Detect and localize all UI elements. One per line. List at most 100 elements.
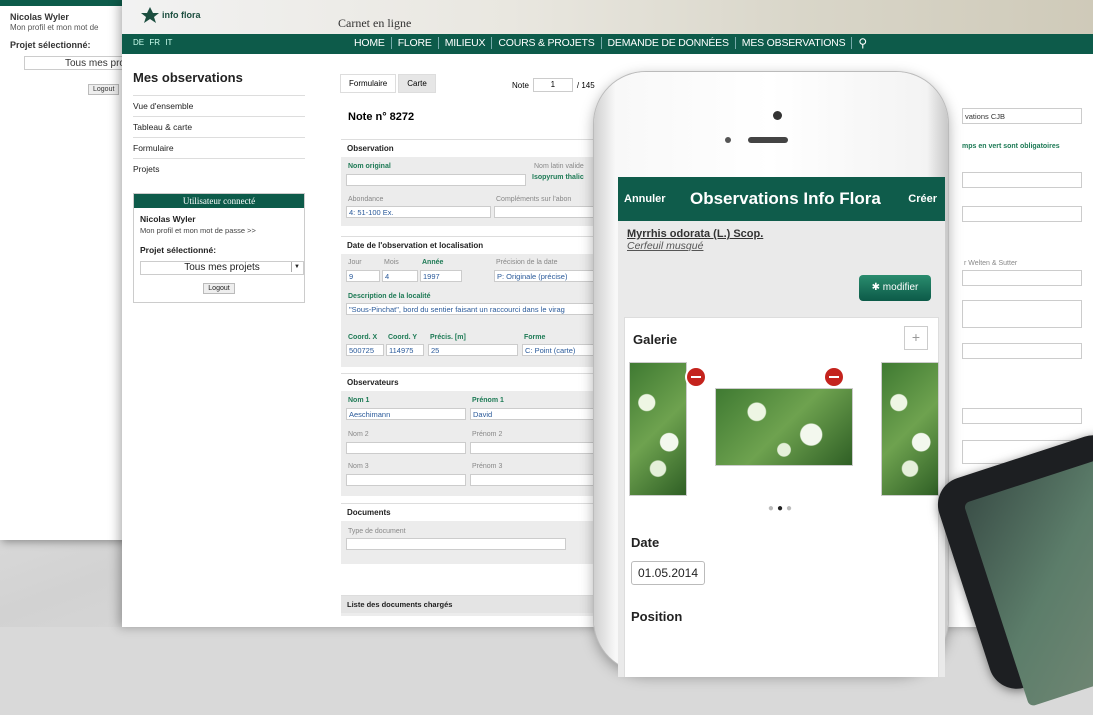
language-switch[interactable]: DE FR IT — [133, 38, 172, 47]
sidebar-item-projets[interactable]: Projets — [133, 158, 305, 179]
back-profile-link[interactable]: Mon profil et mon mot de — [10, 23, 130, 32]
leaf-logo-icon — [141, 7, 159, 23]
nom2-label: Nom 2 — [348, 431, 369, 438]
species-block: Myrrhis odorata (L.) Scop. Cerfeuil musq… — [618, 221, 945, 252]
date-title: Date — [631, 535, 660, 550]
project-label: Projet sélectionné: — [140, 245, 217, 255]
gallery-image-2[interactable] — [715, 388, 853, 466]
right-input-1[interactable] — [962, 206, 1082, 222]
prenom3-input[interactable] — [470, 474, 596, 486]
tab-carte[interactable]: Carte — [398, 74, 436, 93]
profile-link[interactable]: Mon profil et mon mot de passe >> — [140, 226, 304, 235]
type-document-select[interactable] — [346, 538, 566, 550]
user-box-title: Utilisateur connecté — [134, 194, 304, 208]
gallery-image-3[interactable] — [881, 362, 939, 496]
sidebar-item-tableau-carte[interactable]: Tableau & carte — [133, 116, 305, 137]
coord-x-label: Coord. X — [348, 334, 378, 341]
back-logout-button[interactable]: Logout — [88, 84, 120, 95]
right-select-1[interactable] — [962, 172, 1082, 188]
right-select-2[interactable] — [962, 343, 1082, 359]
sidebar-item-formulaire[interactable]: Formulaire — [133, 137, 305, 158]
prenom3-label: Prénom 3 — [472, 463, 503, 470]
remove-image-1-icon[interactable] — [687, 368, 705, 386]
coord-y-label: Coord. Y — [388, 334, 418, 341]
annee-input[interactable]: 1997 — [420, 270, 462, 282]
jour-label: Jour — [348, 259, 362, 266]
back-window-bar — [0, 0, 130, 6]
right-input-2[interactable] — [962, 270, 1082, 286]
forme-select[interactable]: C: Point (carte) — [522, 344, 598, 356]
tab-formulaire[interactable]: Formulaire — [340, 74, 397, 93]
precis-input[interactable]: 25 — [428, 344, 518, 356]
position-title: Position — [631, 609, 683, 624]
remove-image-2-icon[interactable] — [825, 368, 843, 386]
precision-date-select[interactable]: P: Originale (précise) — [494, 270, 598, 282]
project-select-right[interactable]: vations CJB — [962, 108, 1082, 124]
precision-date-label: Précision de la date — [496, 259, 558, 266]
required-fields-note: mps en vert sont obligatoires — [962, 143, 1060, 150]
prenom1-input[interactable]: David — [470, 408, 596, 420]
observateurs-title: Observateurs — [341, 374, 601, 391]
asterisk-icon: ✱ — [871, 282, 883, 293]
description-localite-label: Description de la localité — [348, 293, 431, 300]
main-nav: DE FR IT HOME FLORE MILIEUX COURS & PROJ… — [122, 34, 1093, 54]
note-title: Note n° 8272 — [348, 111, 415, 123]
site-header: info flora Carnet en ligne — [122, 0, 1093, 34]
back-project-select[interactable]: Tous mes pro — [24, 56, 130, 70]
sidebar-title: Mes observations — [133, 70, 243, 85]
logout-button[interactable]: Logout — [203, 283, 235, 294]
nav-menu: HOME FLORE MILIEUX COURS & PROJETS DEMAN… — [348, 37, 873, 49]
nav-mes-observations[interactable]: MES OBSERVATIONS — [736, 37, 853, 49]
nom-original-input[interactable] — [346, 174, 526, 186]
cancel-button[interactable]: Annuler — [624, 193, 666, 205]
nav-cours-projets[interactable]: COURS & PROJETS — [492, 37, 602, 49]
project-select[interactable]: Tous mes projets ▼ — [140, 261, 304, 275]
chevron-down-icon[interactable]: ▼ — [291, 262, 302, 272]
phone-speaker — [748, 137, 788, 143]
documents-title: Documents — [341, 504, 601, 521]
nom1-input[interactable]: Aeschimann — [346, 408, 466, 420]
description-localite-input[interactable]: "Sous-Pinchat", bord du sentier faisant … — [346, 303, 598, 315]
gallery-image-1[interactable] — [629, 362, 687, 496]
prenom2-label: Prénom 2 — [472, 431, 503, 438]
modify-button[interactable]: ✱ modifier — [859, 275, 931, 301]
coord-x-input[interactable]: 500725 — [346, 344, 384, 356]
sidebar-item-vue-ensemble[interactable]: Vue d'ensemble — [133, 95, 305, 116]
coord-y-input[interactable]: 114975 — [386, 344, 424, 356]
nav-milieux[interactable]: MILIEUX — [439, 37, 493, 49]
nav-home[interactable]: HOME — [348, 37, 392, 49]
gallery-card: Galerie + ●●● — [624, 317, 939, 534]
complements-input[interactable] — [494, 206, 598, 218]
date-input[interactable]: 01.05.2014 — [631, 561, 705, 585]
phone-screen: Annuler Observations Info Flora Créer My… — [618, 177, 945, 677]
search-icon[interactable]: ⚲ — [852, 37, 873, 49]
abondance-select[interactable]: 4: 51-100 Ex. — [346, 206, 491, 218]
nom3-input[interactable] — [346, 474, 466, 486]
prenom2-input[interactable] — [470, 442, 596, 454]
app-bar: Annuler Observations Info Flora Créer — [618, 177, 945, 221]
right-input-3[interactable] — [962, 408, 1082, 424]
info-flora-logo[interactable]: info flora — [140, 5, 201, 25]
note-number-input[interactable]: 1 — [532, 78, 573, 92]
phone-sensor — [725, 137, 731, 143]
jour-input[interactable]: 9 — [346, 270, 380, 282]
species-latin-link[interactable]: Myrrhis odorata (L.) Scop. — [627, 228, 936, 240]
note-total: / 145 — [576, 80, 595, 90]
prenom1-label: Prénom 1 — [472, 397, 504, 404]
smartphone: Annuler Observations Info Flora Créer My… — [594, 72, 948, 677]
species-common-name[interactable]: Cerfeuil musqué — [627, 240, 936, 252]
nom3-label: Nom 3 — [348, 463, 369, 470]
nav-demande-donnees[interactable]: DEMANDE DE DONNÉES — [602, 37, 736, 49]
nom-latin-label: Nom latin valide — [534, 163, 584, 170]
gallery-pager-dots[interactable]: ●●● — [625, 503, 938, 514]
nom-latin-value: Isopyrum thalic — [532, 174, 584, 181]
mois-input[interactable]: 4 — [382, 270, 418, 282]
nav-flore[interactable]: FLORE — [392, 37, 439, 49]
user-name: Nicolas Wyler — [140, 214, 196, 224]
add-photo-icon[interactable]: + — [904, 326, 928, 350]
nom2-input[interactable] — [346, 442, 466, 454]
right-textarea[interactable] — [962, 300, 1082, 328]
documents-list-section: Liste des documents chargés — [341, 595, 601, 616]
create-button[interactable]: Créer — [908, 193, 937, 205]
tablet-screen — [963, 446, 1093, 707]
